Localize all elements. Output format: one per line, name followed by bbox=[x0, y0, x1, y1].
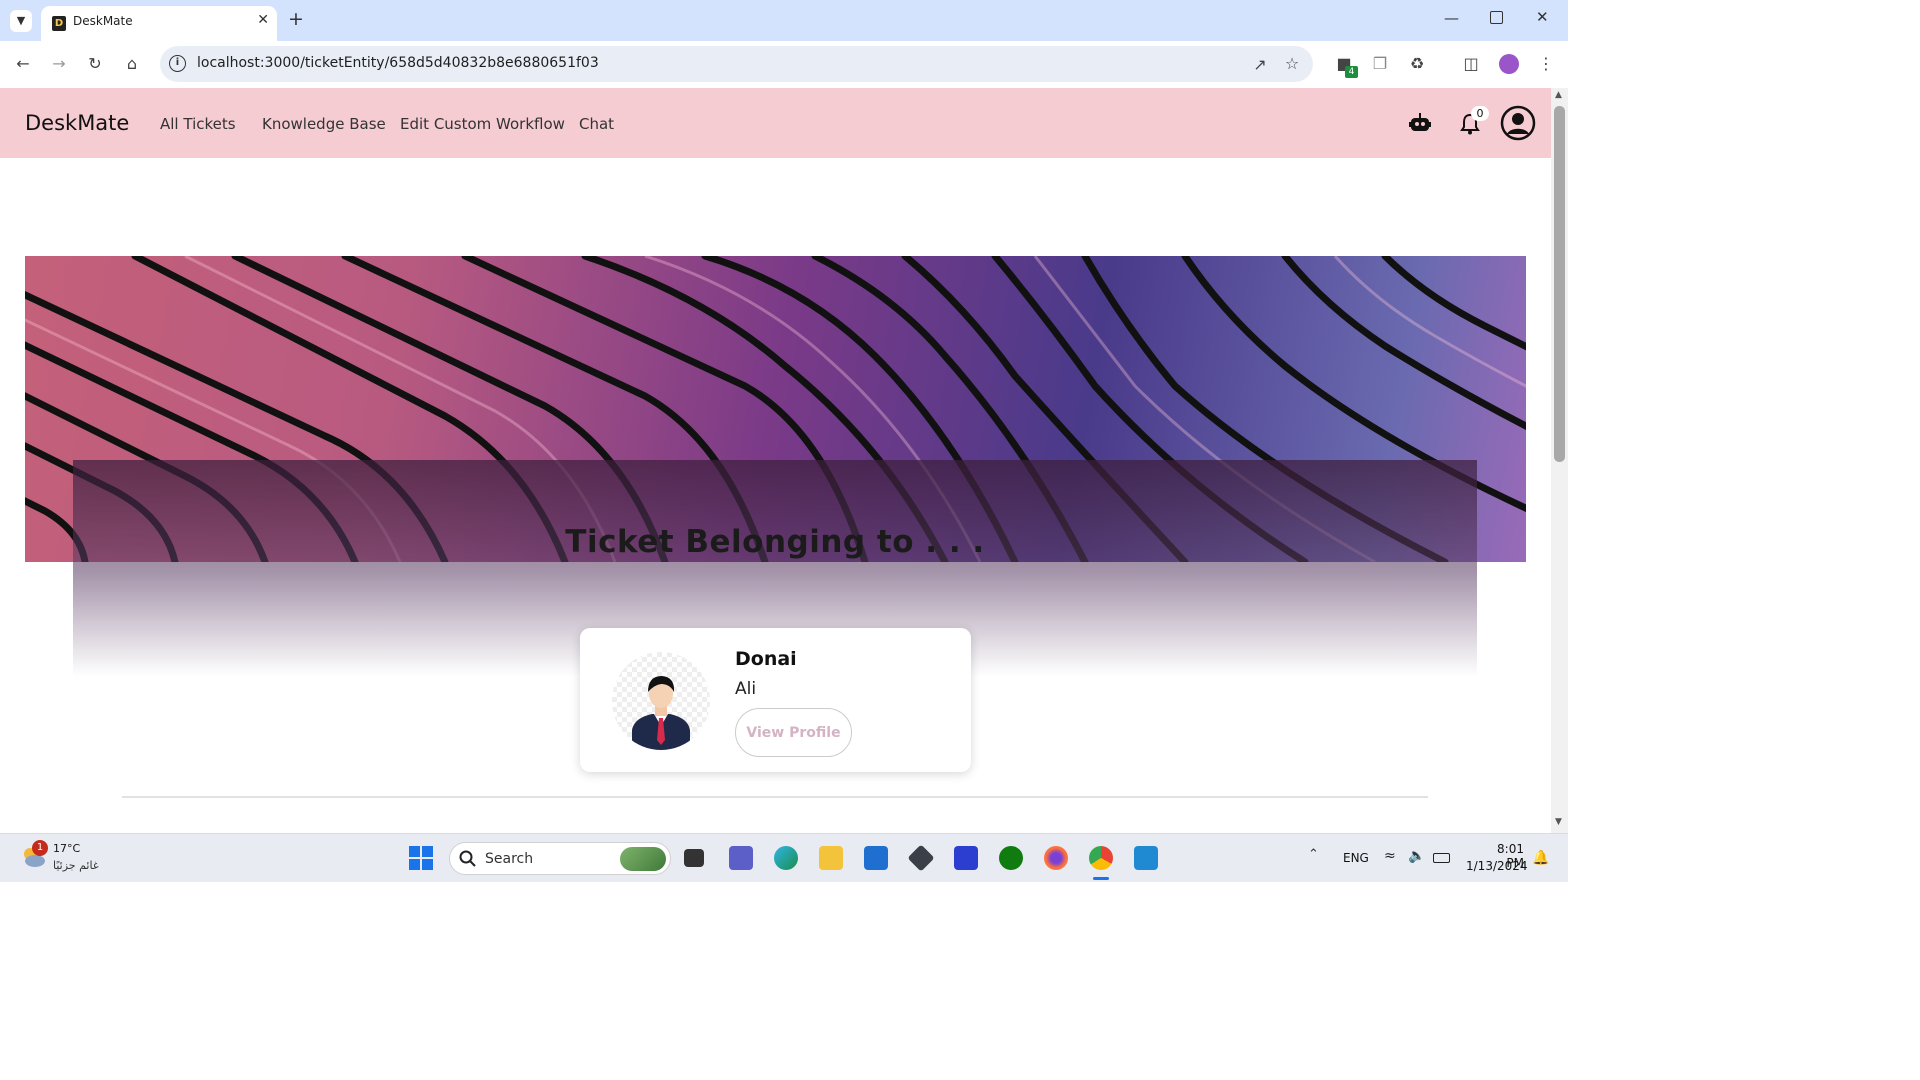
battery-icon[interactable] bbox=[1433, 853, 1450, 863]
avatar bbox=[612, 652, 710, 750]
favicon-icon: D bbox=[52, 16, 66, 31]
section-divider bbox=[122, 796, 1428, 798]
new-tab-icon[interactable]: + bbox=[288, 8, 304, 30]
firefox-icon[interactable] bbox=[1044, 846, 1068, 870]
weather-description[interactable]: غائم جزئيًا bbox=[53, 859, 99, 872]
menu-kebab-icon[interactable]: ⋮ bbox=[1535, 54, 1557, 73]
owner-first-name: Donai bbox=[735, 648, 797, 670]
taskbar-search-box[interactable]: Search bbox=[449, 842, 671, 875]
site-info-icon[interactable]: i bbox=[169, 55, 186, 72]
input-language[interactable]: ENG bbox=[1343, 851, 1369, 865]
xbox-icon[interactable] bbox=[999, 846, 1023, 870]
owner-profile-card: Donai Ali View Profile bbox=[580, 628, 971, 772]
scrollbar-thumb[interactable] bbox=[1554, 106, 1565, 462]
tab-strip: ▼ D DeskMate ✕ + — ✕ bbox=[0, 0, 1568, 41]
task-view-icon[interactable] bbox=[684, 849, 704, 867]
url-text: localhost:3000/ticketEntity/658d5d40832b… bbox=[197, 55, 599, 71]
clock-date[interactable]: 1/13/2024 bbox=[1466, 859, 1528, 873]
chrome-active-indicator bbox=[1093, 877, 1109, 880]
extensions-puzzle-icon[interactable]: ♻ bbox=[1406, 54, 1428, 73]
tray-chevron-icon[interactable]: ⌃ bbox=[1308, 847, 1319, 862]
reload-icon[interactable]: ↻ bbox=[84, 54, 106, 73]
view-profile-button[interactable]: View Profile bbox=[735, 708, 852, 757]
search-label: Search bbox=[485, 851, 534, 867]
address-bar[interactable]: i localhost:3000/ticketEntity/658d5d4083… bbox=[160, 46, 1313, 82]
minimize-icon[interactable]: — bbox=[1444, 9, 1459, 27]
edge-browser-icon[interactable] bbox=[774, 846, 798, 870]
weather-alert-badge: 1 bbox=[32, 840, 48, 856]
app-m-icon[interactable] bbox=[954, 846, 978, 870]
nav-all-tickets[interactable]: All Tickets bbox=[160, 115, 236, 133]
browser-tab[interactable]: D DeskMate ✕ bbox=[41, 6, 277, 41]
windows-start-icon[interactable] bbox=[409, 846, 433, 870]
app-navbar: DeskMate All Tickets Knowledge Base Edit… bbox=[0, 88, 1551, 158]
profile-avatar-icon[interactable] bbox=[1499, 54, 1519, 74]
user-account-icon[interactable] bbox=[1500, 105, 1536, 141]
volume-icon[interactable]: 🔈 bbox=[1408, 848, 1425, 864]
side-panel-icon[interactable]: ◫ bbox=[1460, 54, 1482, 73]
ms-store-icon[interactable] bbox=[864, 846, 888, 870]
open-in-app-icon[interactable]: ↗ bbox=[1249, 55, 1271, 74]
extension-badge: 4 bbox=[1345, 66, 1358, 78]
tab-close-icon[interactable]: ✕ bbox=[257, 12, 269, 28]
weather-temperature[interactable]: 17°C bbox=[53, 842, 80, 855]
bookmark-star-icon[interactable]: ☆ bbox=[1281, 54, 1303, 73]
scroll-down-icon[interactable]: ▼ bbox=[1555, 817, 1562, 827]
forward-icon[interactable]: → bbox=[48, 54, 70, 73]
nav-knowledge-base[interactable]: Knowledge Base bbox=[262, 115, 386, 133]
brand-logo[interactable]: DeskMate bbox=[25, 111, 129, 135]
page-scrollbar[interactable]: ▲ ▼ bbox=[1551, 88, 1568, 833]
file-explorer-icon[interactable] bbox=[819, 846, 843, 870]
robot-icon[interactable] bbox=[1409, 113, 1431, 133]
nav-chat[interactable]: Chat bbox=[579, 115, 614, 133]
wifi-icon[interactable]: ≈ bbox=[1384, 848, 1396, 864]
tab-search-icon[interactable]: ▼ bbox=[10, 10, 32, 32]
windows-taskbar: 1 17°C غائم جزئيًا Search ⌃ ENG ≈ 🔈 8:01… bbox=[0, 833, 1568, 882]
vscode-icon[interactable] bbox=[1134, 846, 1158, 870]
scroll-up-icon[interactable]: ▲ bbox=[1555, 90, 1562, 100]
teams-chat-icon[interactable] bbox=[729, 846, 753, 870]
back-icon[interactable]: ← bbox=[12, 54, 34, 73]
extension-2-icon[interactable]: ❐ bbox=[1369, 54, 1391, 73]
search-icon bbox=[459, 850, 476, 867]
person-avatar-icon bbox=[632, 676, 690, 750]
notification-count-badge: 0 bbox=[1471, 106, 1489, 121]
home-icon[interactable]: ⌂ bbox=[121, 54, 143, 73]
search-highlight-icon bbox=[620, 847, 666, 871]
notifications-icon[interactable]: 🔔 bbox=[1532, 850, 1549, 866]
tab-title: DeskMate bbox=[73, 14, 133, 28]
owner-last-name: Ali bbox=[735, 679, 757, 699]
chrome-icon[interactable] bbox=[1089, 846, 1113, 870]
browser-toolbar: ← → ↻ ⌂ i localhost:3000/ticketEntity/65… bbox=[0, 41, 1568, 88]
nav-edit-custom-workflow[interactable]: Edit Custom Workflow bbox=[400, 115, 565, 133]
close-window-icon[interactable]: ✕ bbox=[1536, 8, 1549, 26]
page-title: Ticket Belonging to . . . bbox=[565, 524, 985, 560]
app-cube-icon[interactable] bbox=[907, 844, 935, 872]
restore-icon[interactable] bbox=[1490, 11, 1503, 24]
